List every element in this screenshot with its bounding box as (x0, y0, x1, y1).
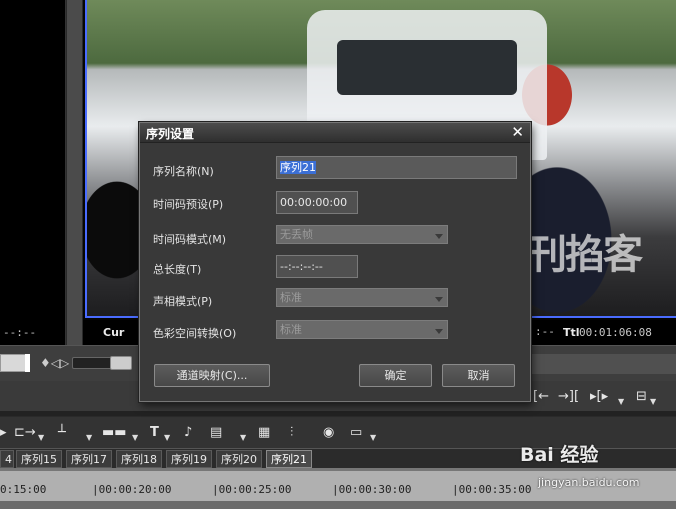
tab-seq-partial[interactable]: 4 (0, 450, 14, 468)
cancel-button[interactable]: 取消 (442, 364, 515, 387)
ttl-label: Ttl (563, 326, 580, 339)
insert-icon[interactable]: ▸[▸ (590, 387, 608, 407)
tab-seq20[interactable]: 序列20 (216, 450, 262, 468)
timecode-preset-value: 00:00:00:00 (280, 196, 348, 209)
ripple-icon[interactable]: ⊏→ (14, 423, 36, 443)
cur-timecode: :-- (535, 325, 555, 338)
color-correction-icon[interactable]: ◉ (323, 423, 334, 443)
transition-icon[interactable]: ▬▬ (102, 423, 127, 443)
insert-dropdown-icon[interactable]: ▼ (618, 397, 624, 406)
color-space-label: 色彩空间转换(O) (153, 327, 237, 340)
export-dropdown-icon[interactable]: ▼ (240, 433, 246, 442)
panel-dropdown-icon[interactable]: ▼ (370, 433, 376, 442)
close-icon[interactable]: ✕ (511, 123, 524, 141)
total-length-value: --:--:--:-- (280, 260, 323, 273)
tab-seq19[interactable]: 序列19 (166, 450, 212, 468)
settings-panel-icon[interactable]: ▭ (350, 423, 362, 443)
color-space-select[interactable]: 标准 (276, 320, 448, 339)
track-area[interactable] (0, 501, 676, 509)
tab-seq15[interactable]: 序列15 (16, 450, 62, 468)
ruler-label: |00:00:25:00 (212, 483, 292, 496)
source-preview-panel: --:-- (0, 0, 66, 345)
undo-arrow-icon[interactable]: ▸ (0, 423, 7, 443)
ruler-label: |00:00:20:00 (92, 483, 172, 496)
source-scrub-knob[interactable] (25, 354, 30, 372)
split-icon[interactable]: ┴ (58, 423, 66, 443)
sequence-name-label: 序列名称(N) (153, 165, 214, 178)
mark-in-icon[interactable]: [← (533, 387, 549, 407)
microphone-icon[interactable]: ♪ (184, 423, 192, 443)
overwrite-icon[interactable]: ⊟ (636, 387, 647, 407)
recorder-scrub-bar[interactable] (530, 354, 676, 374)
ruler-label: |00:00:35:00 (452, 483, 532, 496)
tab-seq18[interactable]: 序列18 (116, 450, 162, 468)
timecode-mode-value: 无丢帧 (280, 228, 313, 241)
audio-mode-select[interactable]: 标准 (276, 288, 448, 307)
timecode-mode-label: 时间码模式(M) (153, 233, 227, 246)
app-window: --:-- 刊掐客 Cur :-- Ttl 00:01:06:08 ♦◁▷ [←… (0, 0, 676, 509)
panel-divider[interactable] (66, 0, 83, 345)
ttl-timecode: 00:01:06:08 (579, 326, 652, 339)
video-van-window (337, 40, 517, 95)
baidu-watermark-url: jingyan.baidu.com (538, 476, 640, 489)
overwrite-dropdown-icon[interactable]: ▼ (650, 397, 656, 406)
chevron-down-icon (435, 234, 443, 239)
dialog-title: 序列设置 (146, 127, 195, 141)
dialog-titlebar[interactable]: 序列设置 ✕ (140, 123, 530, 143)
title-icon[interactable]: T (150, 423, 159, 443)
video-overlay-text: 刊掐客 (527, 232, 643, 278)
channel-map-button[interactable]: 通道映射(C)... (154, 364, 270, 387)
shuttle-slider-knob[interactable] (110, 356, 132, 370)
total-length-label: 总长度(T) (153, 263, 202, 276)
split-dropdown-icon[interactable]: ▼ (86, 433, 92, 442)
color-space-value: 标准 (280, 323, 302, 336)
ruler-label: 0:15:00 (0, 483, 47, 496)
ripple-dropdown-icon[interactable]: ▼ (38, 433, 44, 442)
export-icon[interactable]: ▤ (210, 423, 222, 443)
ok-button[interactable]: 确定 (359, 364, 432, 387)
timecode-preset-input[interactable]: 00:00:00:00 (276, 191, 358, 214)
tab-seq21[interactable]: 序列21 (266, 450, 312, 468)
transition-dropdown-icon[interactable]: ▼ (132, 433, 138, 442)
chevron-down-icon (435, 329, 443, 334)
sequence-name-input[interactable]: 序列21 (276, 156, 517, 179)
mixer-icon[interactable]: ⫶ (290, 423, 293, 443)
sequence-name-value: 序列21 (280, 161, 316, 174)
keyboard-icon[interactable]: ▦ (258, 423, 270, 443)
baidu-watermark: Bai 经验 (520, 444, 599, 466)
audio-mode-label: 声相模式(P) (153, 295, 213, 308)
audio-mode-value: 标准 (280, 291, 302, 304)
total-length-input[interactable]: --:--:--:-- (276, 255, 358, 278)
title-dropdown-icon[interactable]: ▼ (164, 433, 170, 442)
audio-scrub-icon[interactable]: ♦◁▷ (40, 356, 69, 370)
chevron-down-icon (435, 297, 443, 302)
timecode-mode-select[interactable]: 无丢帧 (276, 225, 448, 244)
ruler-label: |00:00:30:00 (332, 483, 412, 496)
timecode-preset-label: 时间码预设(P) (153, 198, 224, 211)
sequence-settings-dialog: 序列设置 ✕ 序列名称(N) 序列21 时间码预设(P) 00:00:00:00… (139, 122, 531, 402)
mark-out-icon[interactable]: →][ (558, 387, 579, 407)
tab-seq17[interactable]: 序列17 (66, 450, 112, 468)
source-timecode: --:-- (3, 326, 37, 339)
cur-label: Cur (103, 326, 125, 339)
